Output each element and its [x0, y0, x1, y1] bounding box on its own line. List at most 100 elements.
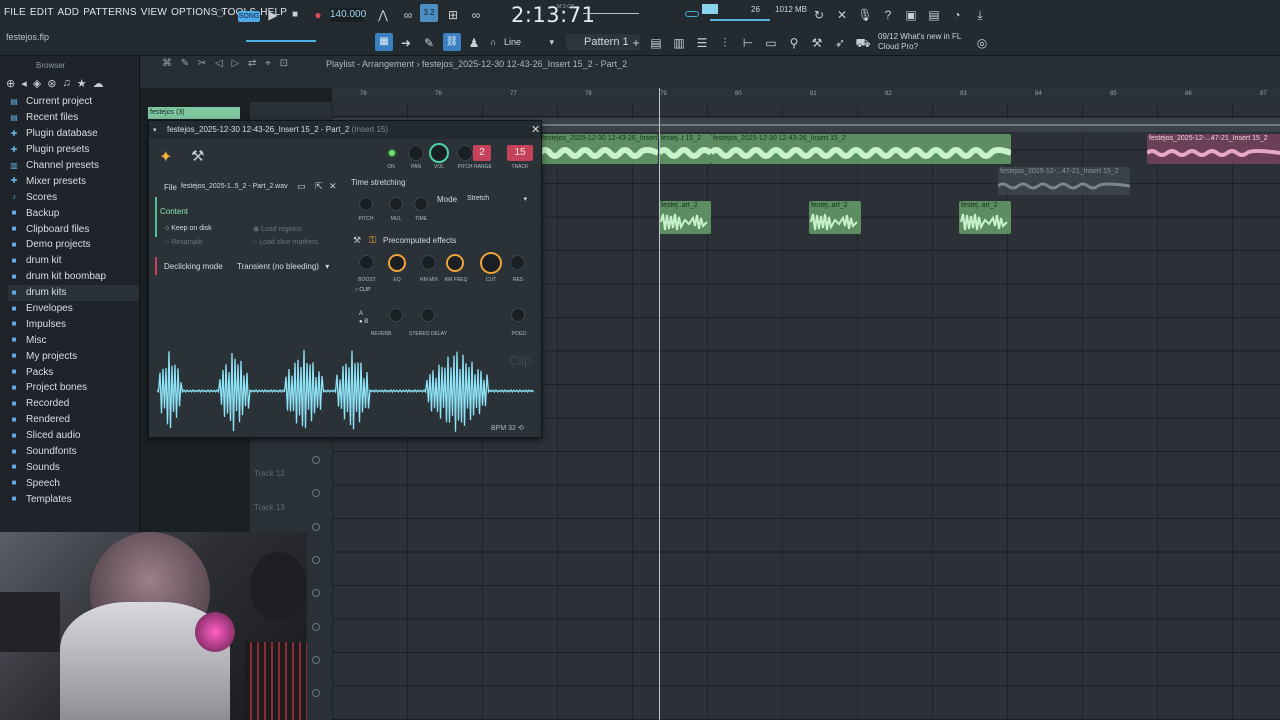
- globe-icon[interactable]: ◎: [974, 35, 990, 51]
- track-mute-dot[interactable]: [312, 589, 320, 597]
- menu-file[interactable]: FILE: [4, 7, 26, 18]
- browser-item[interactable]: ✚ Plugin presets: [8, 142, 139, 158]
- audio-clip[interactable]: festejos_2025-12-...47-21_Insert 15_2: [998, 167, 1130, 195]
- playhead-line[interactable]: [659, 88, 660, 720]
- tree-icon[interactable]: ⊢: [740, 35, 756, 51]
- browser-item[interactable]: ■ Clipboard files: [8, 221, 139, 237]
- pattern-mode-value[interactable]: 3.2: [420, 4, 438, 22]
- track-13-label[interactable]: Track 13: [254, 503, 285, 512]
- track-mute-dot[interactable]: [312, 456, 320, 464]
- remove-file-icon[interactable]: ✕: [329, 181, 337, 192]
- window-menu-icon[interactable]: ▾: [153, 126, 157, 134]
- playlist-tools-icon[interactable]: ⌘ ✎ ✂ ◁ ▷ ⇄ ⌖ ⊡: [162, 58, 291, 69]
- audio-clip[interactable]: festejos_2025-12-...47-21_Insert 15_2: [1147, 134, 1280, 164]
- master-volume-slider[interactable]: [246, 40, 316, 42]
- declicking-select[interactable]: Transient (no bleeding) ▾: [237, 262, 329, 271]
- browser-star-icon[interactable]: ★: [77, 77, 87, 91]
- browser-music-icon[interactable]: ♫: [62, 77, 70, 91]
- wrench-small-icon[interactable]: ⚒: [353, 235, 361, 246]
- wrench-icon[interactable]: ⚒: [809, 35, 825, 51]
- folder-icon[interactable]: ▭: [297, 181, 306, 192]
- stereo-delay-knob[interactable]: [421, 308, 435, 322]
- mode-select[interactable]: Stretch ▾: [467, 195, 529, 203]
- ts-pitch-knob[interactable]: [359, 197, 373, 211]
- pitch-knob[interactable]: [457, 145, 473, 161]
- browser-item[interactable]: ♪ Scores: [8, 189, 139, 205]
- pogo-knob[interactable]: [511, 308, 525, 322]
- wave-shaper-icon[interactable]: ✦: [159, 147, 172, 167]
- browser-item[interactable]: ■ Sliced audio: [8, 428, 139, 444]
- blend-notes-icon[interactable]: ⊞: [444, 7, 462, 23]
- track-mute-dot[interactable]: [312, 656, 320, 664]
- news-panel[interactable]: 09/12 What's new in FL Cloud Pro?: [878, 32, 961, 52]
- stop-icon[interactable]: ■: [287, 7, 303, 23]
- browser-tag-icon[interactable]: ◈: [33, 77, 41, 91]
- wrench-icon[interactable]: ⚒: [191, 147, 204, 165]
- track-mute-dot[interactable]: [312, 556, 320, 564]
- playlist-timeline[interactable]: 76 76 77 78 79 80 81 82 83 84 85 86 87: [332, 88, 1280, 102]
- eq-knob[interactable]: [388, 254, 406, 272]
- ts-mul-knob[interactable]: [389, 197, 403, 211]
- browser-item[interactable]: ■ Backup: [8, 205, 139, 221]
- channel-on-led[interactable]: [387, 148, 397, 158]
- close-icon[interactable]: ✕: [531, 123, 540, 136]
- menu-options[interactable]: OPTIONS: [171, 7, 217, 18]
- channel-window-title[interactable]: festejos_2025-12-30 12-43-26_Insert 15_2…: [149, 121, 541, 139]
- audio-clip[interactable]: festej..art_2: [809, 201, 861, 234]
- browser-item[interactable]: ✚ Plugin database: [8, 126, 139, 142]
- clip-checkbox[interactable]: ○ CLIP: [355, 287, 371, 293]
- rm-freq-knob[interactable]: [446, 254, 464, 272]
- menu-view[interactable]: VIEW: [141, 7, 167, 18]
- menu-edit[interactable]: EDIT: [30, 7, 54, 18]
- browser-item[interactable]: ■ Templates: [8, 491, 139, 507]
- menu-add[interactable]: ADD: [58, 7, 80, 18]
- track-mute-dot[interactable]: [312, 489, 320, 497]
- audio-clip[interactable]: festej..art_2: [959, 201, 1011, 234]
- res-knob[interactable]: [510, 255, 525, 270]
- metronome-icon[interactable]: ⋀: [375, 7, 391, 23]
- add-pattern-icon[interactable]: +: [628, 35, 644, 51]
- channel-tab[interactable]: festejos (3): [148, 107, 240, 119]
- channel-rack-icon[interactable]: ☰: [694, 35, 710, 51]
- master-pitch-slider[interactable]: [583, 13, 639, 14]
- microphone-icon[interactable]: 🎙: [857, 7, 873, 23]
- menu-patterns[interactable]: PATTERNS: [83, 7, 136, 18]
- browser-item[interactable]: ■ drum kit boombap: [8, 269, 139, 285]
- load-slice-markers-option[interactable]: ○ Load slice markers: [253, 239, 318, 246]
- browser-item[interactable]: ■ Sounds: [8, 459, 139, 475]
- piano-roll-icon[interactable]: ▦: [375, 33, 393, 51]
- keep-on-disk-option[interactable]: ○ Keep on disk: [165, 225, 212, 232]
- browser-item[interactable]: ■ Demo projects: [8, 237, 139, 253]
- play-icon[interactable]: ▶: [265, 7, 281, 23]
- browser-item[interactable]: ■ drum kit: [8, 253, 139, 269]
- browser-item[interactable]: ■ drum kits: [8, 284, 139, 301]
- mixer-track-value[interactable]: 15: [507, 145, 533, 161]
- refresh-icon[interactable]: ↻: [811, 7, 827, 23]
- browser-back-icon[interactable]: ◂: [21, 77, 27, 91]
- loop-record-icon[interactable]: ∞: [466, 7, 486, 23]
- browser-item[interactable]: ▤ Current project: [8, 94, 139, 110]
- time-display[interactable]: 2:13:71: [511, 3, 595, 27]
- save-icon[interactable]: ▣: [903, 7, 919, 23]
- cut-knob[interactable]: [480, 252, 502, 274]
- resample-option[interactable]: ○ Resample: [165, 239, 203, 246]
- wait-input-icon[interactable]: ∞: [398, 7, 418, 23]
- rm-mix-knob[interactable]: [421, 255, 436, 270]
- save-new-icon[interactable]: ▤: [926, 7, 942, 23]
- snap-select[interactable]: ∩ Line ▾: [488, 34, 556, 50]
- playlist-icon[interactable]: ▤: [648, 35, 664, 51]
- ts-time-knob[interactable]: [414, 197, 428, 211]
- boost-knob[interactable]: [359, 255, 374, 270]
- arrow-right-icon[interactable]: ➜: [398, 35, 414, 51]
- track-mute-dot[interactable]: [312, 689, 320, 697]
- pitch-range-value[interactable]: 2: [473, 145, 491, 161]
- audio-clip[interactable]: festej..t 15_2: [659, 134, 711, 164]
- chat-icon[interactable]: ◔: [949, 7, 965, 23]
- browser-item[interactable]: ■ Speech: [8, 475, 139, 491]
- mixer-faders-icon[interactable]: ⫶: [717, 35, 733, 51]
- plugin-icon[interactable]: ⚲: [786, 35, 802, 51]
- mixer-icon[interactable]: ✕: [834, 7, 850, 23]
- track-mute-dot[interactable]: [312, 623, 320, 631]
- pan-knob[interactable]: [408, 145, 424, 161]
- ab-switch[interactable]: A ● B: [359, 310, 368, 326]
